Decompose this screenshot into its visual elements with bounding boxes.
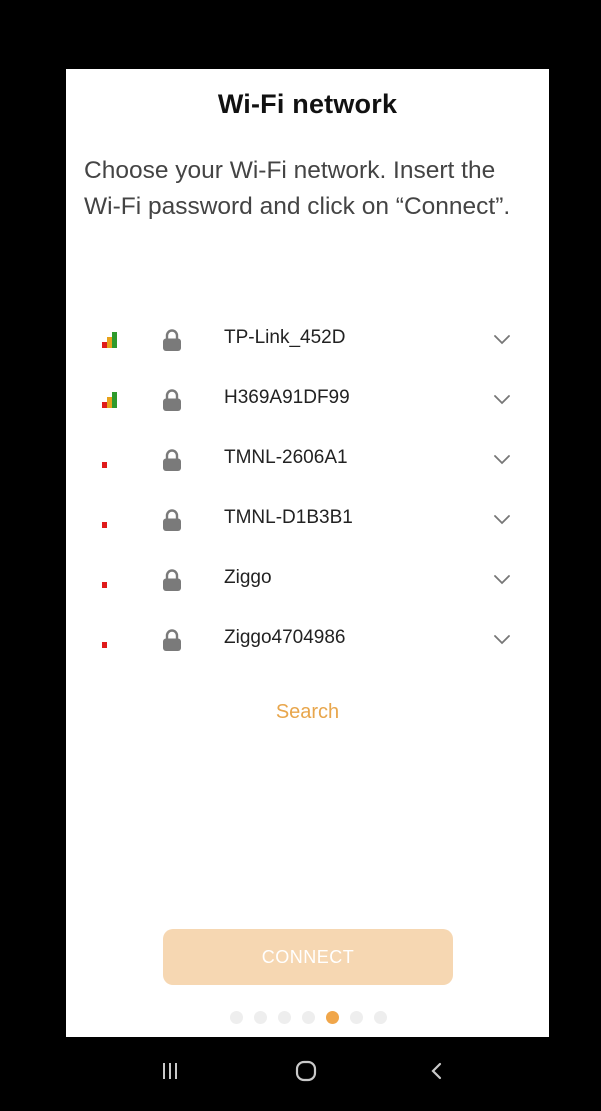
wifi-signal-icon <box>102 571 122 591</box>
page-dot <box>278 1011 291 1024</box>
network-name: TMNL-2606A1 <box>224 447 348 468</box>
network-row[interactable]: TMNL-2606A1 <box>66 427 549 487</box>
chevron-down-icon[interactable] <box>493 572 511 590</box>
network-name: H369A91DF99 <box>224 387 350 408</box>
lock-icon <box>161 568 183 597</box>
network-name: Ziggo4704986 <box>224 627 346 648</box>
page-dot <box>230 1011 243 1024</box>
wifi-signal-icon <box>102 391 122 411</box>
search-button[interactable]: Search <box>66 701 549 724</box>
network-row[interactable]: Ziggo4704986 <box>66 607 549 667</box>
network-name: TP-Link_452D <box>224 327 346 348</box>
android-nav-bar <box>66 1037 549 1111</box>
recent-apps-icon[interactable] <box>160 1061 180 1086</box>
wifi-signal-icon <box>102 331 122 351</box>
network-name: TMNL-D1B3B1 <box>224 507 353 528</box>
lock-icon <box>161 388 183 417</box>
network-name: Ziggo <box>224 567 272 588</box>
network-row[interactable]: TMNL-D1B3B1 <box>66 487 549 547</box>
network-row[interactable]: TP-Link_452D <box>66 307 549 367</box>
page-title: Wi-Fi network <box>217 89 398 119</box>
page-dot <box>374 1011 387 1024</box>
page-dot <box>302 1011 315 1024</box>
chevron-down-icon[interactable] <box>493 452 511 470</box>
network-row[interactable]: Ziggo <box>66 547 549 607</box>
page-dot <box>350 1011 363 1024</box>
network-row[interactable]: H369A91DF99 <box>66 367 549 427</box>
chevron-down-icon[interactable] <box>493 632 511 650</box>
chevron-down-icon[interactable] <box>493 392 511 410</box>
home-icon[interactable] <box>294 1059 318 1088</box>
setup-card: Wi-Fi network Choose your Wi-Fi network.… <box>66 69 549 1037</box>
connect-button[interactable]: CONNECT <box>163 929 453 985</box>
wifi-signal-icon <box>102 631 122 651</box>
wifi-signal-icon <box>102 451 122 471</box>
lock-icon <box>161 328 183 357</box>
page-dot-active <box>326 1011 339 1024</box>
page-dot <box>254 1011 267 1024</box>
lock-icon <box>161 628 183 657</box>
back-icon[interactable] <box>430 1059 444 1088</box>
instructions-text: Choose your Wi-Fi network. Insert the Wi… <box>84 157 511 220</box>
chevron-down-icon[interactable] <box>493 512 511 530</box>
lock-icon <box>161 448 183 477</box>
network-list: TP-Link_452D H369A91DF99 TMNL-2606A1 TMN… <box>66 307 549 667</box>
lock-icon <box>161 508 183 537</box>
wifi-signal-icon <box>102 511 122 531</box>
chevron-down-icon[interactable] <box>493 332 511 350</box>
